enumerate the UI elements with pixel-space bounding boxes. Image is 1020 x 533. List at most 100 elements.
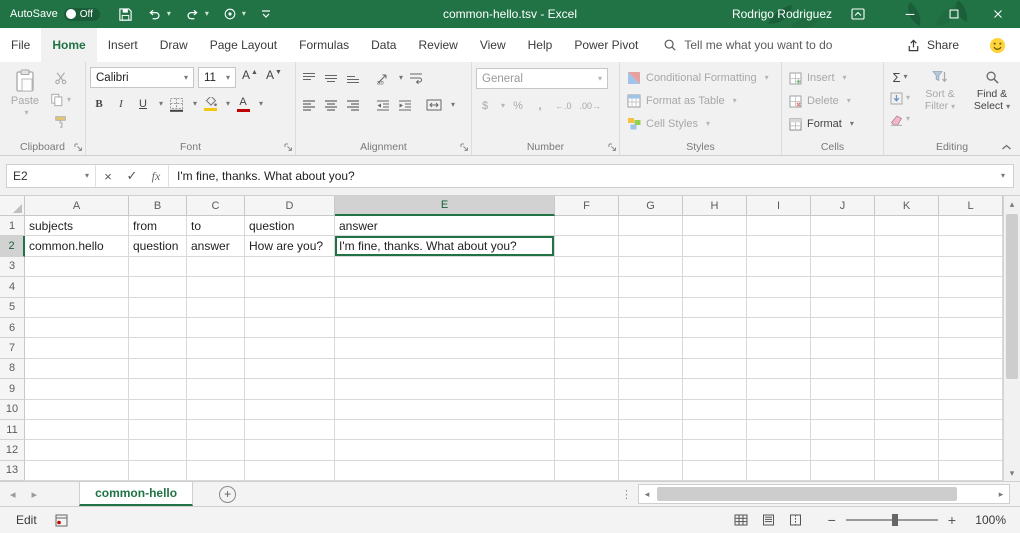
cell-G5[interactable] [619,298,683,318]
cell-B6[interactable] [129,318,187,338]
cell-E6[interactable] [335,318,555,338]
page-break-view-button[interactable] [789,514,802,526]
cell-C4[interactable] [187,277,245,297]
font-name-select[interactable]: Calibri▾ [90,67,194,88]
vertical-scrollbar[interactable]: ▴ ▾ [1003,196,1020,481]
vertical-scroll-track[interactable] [1004,212,1020,465]
cell-D8[interactable] [245,359,335,379]
fill-dropdown[interactable]: ▾ [906,94,910,102]
cell-C13[interactable] [187,461,245,481]
row-header-3[interactable]: 3 [0,257,25,277]
row-header-11[interactable]: 11 [0,420,25,440]
align-center-button[interactable] [322,95,340,115]
cell-C9[interactable] [187,379,245,399]
cell-L4[interactable] [939,277,1003,297]
copy-button[interactable]: ▾ [48,90,73,110]
user-name[interactable]: Rodrigo Rodriguez [732,7,832,21]
scroll-right-arrow[interactable]: ▸ [993,485,1009,503]
tab-formulas[interactable]: Formulas [288,28,360,62]
format-cells-button[interactable]: Format▾ [786,113,879,135]
cell-B13[interactable] [129,461,187,481]
cell-K11[interactable] [875,420,939,440]
cell-L2[interactable] [939,236,1003,256]
cell-F6[interactable] [555,318,619,338]
clear-button[interactable]: ▾ [888,109,912,129]
cell-B3[interactable] [129,257,187,277]
cell-A13[interactable] [25,461,129,481]
cancel-entry-button[interactable]: × [96,165,120,187]
cell-I10[interactable] [747,400,811,420]
cell-I13[interactable] [747,461,811,481]
zoom-slider[interactable] [846,519,938,521]
horizontal-scroll-track[interactable] [655,485,993,503]
cell-H3[interactable] [683,257,747,277]
cell-K12[interactable] [875,440,939,460]
row-header-4[interactable]: 4 [0,277,25,297]
decrease-indent-button[interactable] [374,95,392,115]
cell-J5[interactable] [811,298,875,318]
row-header-1[interactable]: 1 [0,216,25,236]
cell-A4[interactable] [25,277,129,297]
tab-home[interactable]: Home [41,28,96,62]
undo-button[interactable]: ▾ [147,7,171,22]
cell-A8[interactable] [25,359,129,379]
cell-A7[interactable] [25,338,129,358]
cell-D12[interactable] [245,440,335,460]
cell-A5[interactable] [25,298,129,318]
zoom-slider-thumb[interactable] [892,514,898,526]
cell-E8[interactable] [335,359,555,379]
cell-J13[interactable] [811,461,875,481]
conditional-formatting-button[interactable]: Conditional Formatting▾ [624,67,777,89]
cell-K6[interactable] [875,318,939,338]
cell-J11[interactable] [811,420,875,440]
tab-insert[interactable]: Insert [97,28,149,62]
column-header-H[interactable]: H [683,196,747,216]
cell-G13[interactable] [619,461,683,481]
cell-C8[interactable] [187,359,245,379]
cell-styles-button[interactable]: Cell Styles▾ [624,113,777,135]
borders-button[interactable] [167,94,186,114]
cell-H2[interactable] [683,236,747,256]
font-dialog-launcher[interactable] [284,143,293,152]
cell-H12[interactable] [683,440,747,460]
align-right-button[interactable] [344,95,362,115]
touch-mode-dropdown[interactable]: ▾ [242,10,246,18]
cell-A6[interactable] [25,318,129,338]
cell-L6[interactable] [939,318,1003,338]
column-header-D[interactable]: D [245,196,335,216]
cell-B2[interactable]: question [129,236,187,256]
font-size-select[interactable]: 11▾ [198,67,236,88]
cell-L5[interactable] [939,298,1003,318]
cell-D10[interactable] [245,400,335,420]
cell-L12[interactable] [939,440,1003,460]
cell-D11[interactable] [245,420,335,440]
horizontal-scroll-thumb[interactable] [657,487,957,501]
cell-J8[interactable] [811,359,875,379]
cell-G10[interactable] [619,400,683,420]
cell-C2[interactable]: answer [187,236,245,256]
horizontal-scrollbar[interactable]: ◂ ▸ [638,484,1010,504]
cell-B8[interactable] [129,359,187,379]
font-color-dropdown[interactable]: ▾ [259,100,263,108]
cell-H6[interactable] [683,318,747,338]
cell-F1[interactable] [555,216,619,236]
tab-power-pivot[interactable]: Power Pivot [563,28,649,62]
tab-help[interactable]: Help [517,28,564,62]
row-header-10[interactable]: 10 [0,400,25,420]
cell-B11[interactable] [129,420,187,440]
column-header-A[interactable]: A [25,196,129,216]
cell-D3[interactable] [245,257,335,277]
enter-entry-button[interactable]: ✓ [120,165,144,187]
collapse-ribbon-button[interactable] [1001,143,1012,151]
align-bottom-button[interactable] [344,68,362,88]
fill-button[interactable]: ▾ [888,88,912,108]
underline-dropdown[interactable]: ▾ [159,100,163,108]
cell-A10[interactable] [25,400,129,420]
fill-color-button[interactable] [201,94,219,114]
cell-K2[interactable] [875,236,939,256]
increase-indent-button[interactable] [396,95,414,115]
cell-D2[interactable]: How are you? [245,236,335,256]
cell-C1[interactable]: to [187,216,245,236]
autosum-button[interactable]: Σ▾ [888,67,912,87]
clipboard-dialog-launcher[interactable] [74,143,83,152]
